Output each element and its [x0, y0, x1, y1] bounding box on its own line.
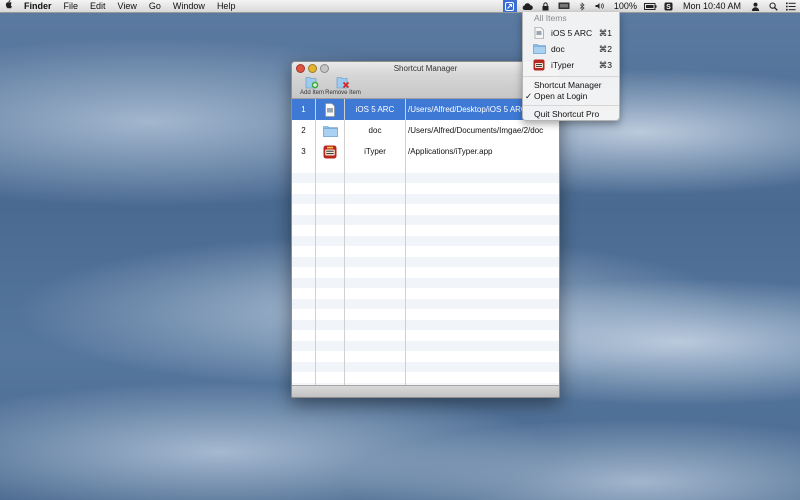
- empty-row: [292, 256, 559, 267]
- empty-row: [292, 172, 559, 183]
- empty-row: [292, 319, 559, 330]
- empty-row: [292, 361, 559, 372]
- menu-header-all-items: All Items: [534, 13, 567, 23]
- empty-row: [292, 372, 559, 383]
- menu-item-label: doc: [551, 44, 565, 54]
- row-name: doc: [368, 126, 382, 135]
- bluetooth-icon[interactable]: [575, 0, 589, 12]
- row-path: /Users/Alfred/Documents/Imgae/2/doc: [408, 126, 544, 135]
- empty-row: [292, 309, 559, 320]
- table-row[interactable]: 3 iTyper /Applications/iTyper.app: [292, 141, 559, 162]
- document-icon: [533, 27, 546, 39]
- app-icon: [533, 59, 546, 71]
- shortcut-pro-status-icon[interactable]: [502, 0, 517, 12]
- app-icon: [316, 141, 344, 162]
- menu-item-label: Open at Login: [534, 91, 588, 101]
- menu-help[interactable]: Help: [211, 0, 242, 12]
- empty-row: [292, 330, 559, 341]
- battery-percent: 100%: [613, 1, 637, 11]
- menu-view[interactable]: View: [112, 0, 143, 12]
- empty-row: [292, 183, 559, 194]
- row-name: iTyper: [364, 147, 386, 156]
- menubar-clock[interactable]: Mon 10:40 AM: [678, 0, 746, 12]
- menu-bar: Finder File Edit View Go Window Help 100…: [0, 0, 800, 13]
- row-number: 2: [301, 126, 306, 135]
- folder-icon: [316, 120, 344, 141]
- menu-app-name[interactable]: Finder: [18, 0, 58, 12]
- checkmark-icon: ✓: [525, 91, 533, 101]
- empty-row: [292, 288, 559, 299]
- add-icon: [305, 77, 319, 89]
- table-row[interactable]: 1 iOS 5 ARC /Users/Alfred/Desktop/iOS 5 …: [292, 99, 559, 120]
- window-bottom-bar: [292, 385, 559, 397]
- shortcut-table[interactable]: 1 iOS 5 ARC /Users/Alfred/Desktop/iOS 5 …: [292, 99, 559, 385]
- volume-icon[interactable]: [593, 0, 607, 12]
- menu-item-label: iOS 5 ARC: [551, 28, 593, 38]
- menu-item-ityper[interactable]: iTyper ⌘3: [523, 57, 619, 73]
- minimize-window-button[interactable]: [308, 64, 317, 73]
- empty-row: [292, 267, 559, 278]
- window-title: Shortcut Manager: [393, 64, 458, 73]
- menu-go[interactable]: Go: [143, 0, 167, 12]
- menu-item-shortcut-manager[interactable]: Shortcut Manager: [523, 80, 619, 91]
- document-icon: [316, 99, 344, 120]
- svg-text:S: S: [667, 4, 672, 11]
- apple-menu-icon[interactable]: [0, 0, 18, 13]
- menu-window[interactable]: Window: [167, 0, 211, 12]
- user-icon[interactable]: [748, 0, 762, 12]
- window-titlebar[interactable]: Shortcut Manager: [292, 62, 559, 75]
- empty-row: [292, 351, 559, 362]
- empty-row: [292, 277, 559, 288]
- menu-edit[interactable]: Edit: [84, 0, 112, 12]
- menu-item-shortcut: ⌘2: [598, 44, 612, 54]
- menu-separator: [523, 105, 619, 106]
- remove-icon: [336, 77, 350, 89]
- menu-item-ios5arc[interactable]: iOS 5 ARC ⌘1: [523, 25, 619, 41]
- empty-row: [292, 340, 559, 351]
- shortcut-pro-menu: All Items iOS 5 ARC ⌘1 doc ⌘2 iTyper ⌘3 …: [522, 12, 620, 121]
- menu-item-open-at-login[interactable]: ✓ Open at Login: [523, 91, 619, 102]
- shortcut-manager-window: Shortcut Manager Add Item Remove Item 1 …: [291, 61, 560, 398]
- menu-item-shortcut: ⌘3: [598, 60, 612, 70]
- empty-row: [292, 246, 559, 257]
- lock-icon[interactable]: [539, 0, 553, 12]
- battery-icon[interactable]: [644, 0, 658, 12]
- row-number: 1: [301, 105, 306, 114]
- notification-center-icon[interactable]: [784, 0, 798, 12]
- empty-row: [292, 298, 559, 309]
- row-name: iOS 5 ARC: [355, 105, 395, 114]
- empty-row: [292, 214, 559, 225]
- close-window-button[interactable]: [296, 64, 305, 73]
- remove-item-button[interactable]: Remove Item: [325, 76, 361, 97]
- cloud-icon[interactable]: [521, 0, 535, 12]
- row-number: 3: [301, 147, 306, 156]
- empty-row: [292, 225, 559, 236]
- row-path: /Applications/iTyper.app: [408, 147, 493, 156]
- display-icon[interactable]: [557, 0, 571, 12]
- table-row[interactable]: 2 doc /Users/Alfred/Documents/Imgae/2/do…: [292, 120, 559, 141]
- spotlight-search-icon[interactable]: [766, 0, 780, 12]
- menu-item-shortcut: ⌘1: [598, 28, 612, 38]
- empty-row: [292, 193, 559, 204]
- remove-item-label: Remove Item: [325, 90, 361, 96]
- empty-row: [292, 204, 559, 215]
- empty-row: [292, 235, 559, 246]
- menu-item-label: iTyper: [551, 60, 575, 70]
- menu-separator: [523, 76, 619, 77]
- folder-icon: [533, 43, 546, 55]
- zoom-window-button[interactable]: [320, 64, 329, 73]
- s-app-icon[interactable]: S: [662, 0, 676, 12]
- empty-row: [292, 162, 559, 173]
- window-toolbar: Add Item Remove Item: [292, 75, 559, 99]
- menu-item-doc[interactable]: doc ⌘2: [523, 41, 619, 57]
- menu-file[interactable]: File: [58, 0, 85, 12]
- menu-item-quit[interactable]: Quit Shortcut Pro: [523, 109, 619, 120]
